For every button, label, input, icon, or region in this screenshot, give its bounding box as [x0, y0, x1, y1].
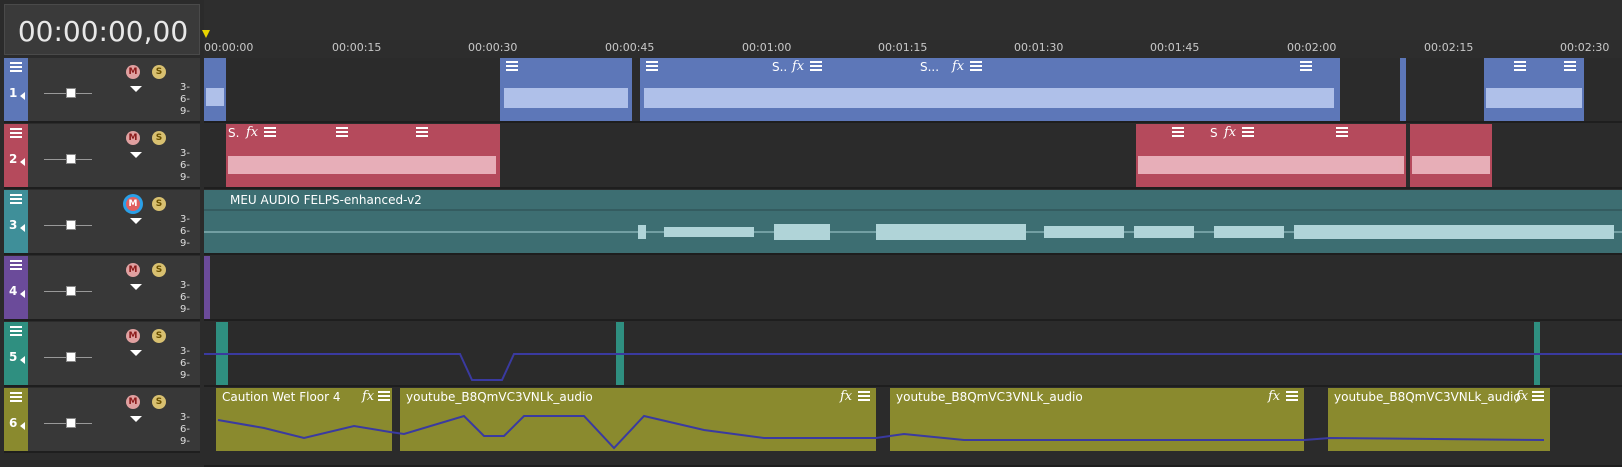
scale-label: 6- [180, 160, 190, 171]
scale-label: 6- [180, 94, 190, 105]
track-number: 1 [9, 86, 18, 100]
volume-slider-knob[interactable] [66, 352, 76, 362]
speaker-icon [20, 290, 25, 298]
chevron-down-icon[interactable] [130, 284, 142, 290]
track-lane-5[interactable] [204, 322, 1622, 387]
track-number: 5 [9, 350, 18, 364]
scale-label: 6- [180, 424, 190, 435]
solo-button[interactable]: S [152, 329, 166, 343]
ruler-label: 00:00:30 [468, 41, 518, 54]
hamburger-icon[interactable] [10, 128, 22, 138]
scale-label: 9- [180, 436, 190, 447]
playhead-marker[interactable] [202, 30, 210, 38]
scale-label: 6- [180, 358, 190, 369]
speaker-icon [20, 158, 25, 166]
solo-button[interactable]: S [152, 65, 166, 79]
track-number: 6 [9, 416, 18, 430]
ruler-label: 00:00:00 [204, 41, 254, 54]
track-header-2[interactable]: 2 M S 3- 6- 9- [4, 124, 200, 189]
track-header-1[interactable]: 1 M S 3- 6- 9- [4, 58, 200, 123]
track-number: 3 [9, 218, 18, 232]
track-lane-6[interactable]: Caution Wet Floor 4 fx youtube_B8QmVC3VN… [204, 388, 1622, 467]
volume-slider-knob[interactable] [66, 88, 76, 98]
timecode-text: 00:00:00,00 [17, 15, 189, 48]
hamburger-icon[interactable] [10, 62, 22, 72]
scale-label: 3- [180, 214, 190, 225]
scale-label: 9- [180, 238, 190, 249]
solo-button[interactable]: S [152, 263, 166, 277]
mute-button[interactable]: M [126, 329, 140, 343]
hamburger-icon[interactable] [10, 392, 22, 402]
scale-label: 3- [180, 148, 190, 159]
scale-label: 3- [180, 346, 190, 357]
waveform [228, 156, 1490, 174]
track-number: 2 [9, 152, 18, 166]
track-lane-4[interactable] [204, 256, 1622, 321]
track-header-6[interactable]: 6 M S 3- 6- 9- [4, 388, 200, 453]
timeline-header [204, 0, 1622, 40]
ruler-label: 00:01:30 [1014, 41, 1064, 54]
envelope-line[interactable] [204, 388, 1622, 451]
ruler-label: 00:01:15 [878, 41, 928, 54]
solo-button[interactable]: S [152, 395, 166, 409]
chevron-down-icon[interactable] [130, 86, 142, 92]
scale-label: 3- [180, 280, 190, 291]
ruler-label: 00:00:15 [332, 41, 382, 54]
scale-label: 9- [180, 370, 190, 381]
mute-button[interactable]: M [126, 197, 140, 211]
scale-label: 9- [180, 106, 190, 117]
track-lane-1[interactable]: S.. fx S... fx [204, 58, 1622, 123]
track-header-3[interactable]: 3 M S 3- 6- 9- [4, 190, 200, 255]
timecode-display[interactable]: 00:00:00,00 [4, 4, 200, 55]
ruler-label: 00:02:15 [1424, 41, 1474, 54]
ruler-label: 00:00:45 [605, 41, 655, 54]
volume-slider-knob[interactable] [66, 418, 76, 428]
hamburger-icon[interactable] [10, 326, 22, 336]
track-header-4[interactable]: 4 M S 3- 6- 9- [4, 256, 200, 321]
scale-label: 6- [180, 226, 190, 237]
time-ruler[interactable]: 00:00:00 00:00:15 00:00:30 00:00:45 00:0… [204, 40, 1622, 59]
solo-button[interactable]: S [152, 131, 166, 145]
track-lane-3[interactable]: MEU AUDIO FELPS-enhanced-v2 [204, 190, 1622, 255]
chevron-down-icon[interactable] [130, 218, 142, 224]
volume-slider-knob[interactable] [66, 286, 76, 296]
mute-button[interactable]: M [126, 131, 140, 145]
track-lane-2[interactable]: S. fx S fx [204, 124, 1622, 189]
solo-button[interactable]: S [152, 197, 166, 211]
chevron-down-icon[interactable] [130, 416, 142, 422]
mute-button[interactable]: M [126, 263, 140, 277]
waveform [204, 209, 1622, 240]
envelope-line[interactable] [204, 322, 1622, 385]
scale-label: 9- [180, 172, 190, 183]
mute-button[interactable]: M [126, 395, 140, 409]
scale-label: 3- [180, 412, 190, 423]
scale-label: 6- [180, 292, 190, 303]
hamburger-icon[interactable] [10, 194, 22, 204]
scale-label: 9- [180, 304, 190, 315]
chevron-down-icon[interactable] [130, 350, 142, 356]
ruler-label: 00:01:45 [1150, 41, 1200, 54]
chevron-down-icon[interactable] [130, 152, 142, 158]
mute-button[interactable]: M [126, 65, 140, 79]
waveform [206, 88, 1582, 108]
volume-slider-knob[interactable] [66, 220, 76, 230]
volume-slider-knob[interactable] [66, 154, 76, 164]
speaker-icon [20, 356, 25, 364]
speaker-icon [20, 422, 25, 430]
speaker-icon [20, 92, 25, 100]
track-number: 4 [9, 284, 18, 298]
speaker-icon [20, 224, 25, 232]
ruler-label: 00:01:00 [742, 41, 792, 54]
scale-label: 3- [180, 82, 190, 93]
ruler-label: 00:02:30 [1560, 41, 1610, 54]
ruler-label: 00:02:00 [1287, 41, 1337, 54]
audio-clip[interactable] [204, 256, 210, 319]
track-header-5[interactable]: 5 M S 3- 6- 9- [4, 322, 200, 387]
hamburger-icon[interactable] [10, 260, 22, 270]
